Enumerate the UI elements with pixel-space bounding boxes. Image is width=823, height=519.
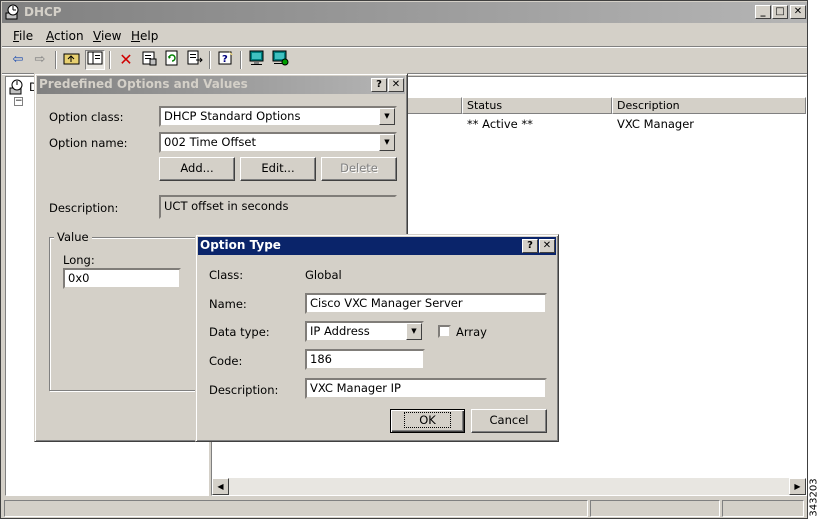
code-label: Code: <box>209 354 243 368</box>
scroll-right-icon[interactable]: ▶ <box>789 478 806 495</box>
status-cell-3 <box>722 500 804 517</box>
long-label: Long: <box>63 253 95 267</box>
array-label[interactable]: Array <box>456 324 487 340</box>
option-class-select[interactable]: DHCP Standard Options ▼ <box>159 106 397 127</box>
server-network-icon[interactable] <box>270 50 290 70</box>
toolbar-separator <box>109 51 111 69</box>
toolbar-separator <box>240 51 242 69</box>
delete-button[interactable]: Delete <box>321 157 397 181</box>
menu-view[interactable]: View <box>93 28 121 44</box>
menu-help[interactable]: Help <box>131 28 158 44</box>
option-type-help-button[interactable]: ? <box>522 239 538 253</box>
horizontal-scrollbar[interactable]: ◀ ▶ <box>212 478 806 495</box>
option-type-title: Option Type <box>200 238 281 252</box>
add-button[interactable]: Add... <box>159 157 235 181</box>
tree-collapse-icon[interactable]: − <box>14 97 23 106</box>
main-window-title: DHCP <box>24 5 62 19</box>
up-folder-icon[interactable] <box>62 50 82 70</box>
refresh-icon[interactable] <box>162 50 182 70</box>
ok-button[interactable]: OK <box>390 409 465 433</box>
column-header-status[interactable]: Status <box>462 97 612 114</box>
value-group-label: Value <box>54 230 92 244</box>
close-button[interactable]: ✕ <box>790 5 806 19</box>
main-title-bar[interactable]: DHCP _ □ ✕ <box>2 2 807 23</box>
toolbar-separator <box>55 51 57 69</box>
option-class-value: DHCP Standard Options <box>164 109 301 123</box>
option-name-value: 002 Time Offset <box>164 135 256 149</box>
side-caption-text: 343203 <box>808 478 820 517</box>
maximize-button[interactable]: □ <box>772 5 788 19</box>
properties-icon[interactable] <box>139 50 159 70</box>
cancel-button[interactable]: Cancel <box>471 409 547 433</box>
show-hide-tree-icon[interactable] <box>85 50 105 70</box>
description-input[interactable]: VXC Manager IP <box>305 378 547 399</box>
svg-text:?: ? <box>222 54 228 65</box>
status-bar <box>2 498 807 519</box>
code-input[interactable]: 186 <box>305 349 425 370</box>
minimize-button[interactable]: _ <box>755 5 771 19</box>
class-label: Class: <box>209 268 244 282</box>
data-type-label: Data type: <box>209 325 270 339</box>
help-icon[interactable]: ? <box>216 50 236 70</box>
status-cell-main <box>4 500 588 517</box>
export-list-icon[interactable] <box>185 50 205 70</box>
option-class-label: Option class: <box>49 110 124 124</box>
chevron-down-icon[interactable]: ▼ <box>379 134 395 151</box>
menu-bar: File Action View Help <box>2 26 807 46</box>
server-icon[interactable] <box>247 50 267 70</box>
array-checkbox[interactable] <box>438 325 451 338</box>
long-value-input[interactable]: 0x0 <box>63 268 181 289</box>
dhcp-app-icon <box>5 4 21 20</box>
forward-arrow-icon[interactable]: ⇨ <box>30 50 50 70</box>
predefined-title-bar[interactable]: Predefined Options and Values ? ✕ <box>37 76 405 94</box>
chevron-down-icon[interactable]: ▼ <box>406 323 422 340</box>
scroll-left-icon[interactable]: ◀ <box>212 478 229 495</box>
menu-action[interactable]: Action <box>46 28 84 44</box>
toolbar: ⇦ ⇨ ✕ ? <box>2 48 807 74</box>
dhcp-root-icon <box>9 79 25 95</box>
description-label: Description: <box>49 201 119 215</box>
predefined-title: Predefined Options and Values <box>39 77 248 91</box>
chevron-down-icon[interactable]: ▼ <box>379 108 395 125</box>
column-header-description[interactable]: Description <box>612 97 806 114</box>
class-value: Global <box>305 268 342 282</box>
row-status-cell[interactable]: ** Active ** <box>467 117 533 131</box>
name-label: Name: <box>209 297 247 311</box>
delete-icon[interactable]: ✕ <box>116 50 136 70</box>
row-description-cell[interactable]: VXC Manager <box>617 117 694 131</box>
edit-button[interactable]: Edit... <box>240 157 316 181</box>
predefined-close-button[interactable]: ✕ <box>388 78 404 92</box>
data-type-select[interactable]: IP Address ▼ <box>305 321 424 342</box>
predefined-help-button[interactable]: ? <box>371 78 387 92</box>
option-type-dialog: Option Type ? ✕ Class: Global Name: Cisc… <box>195 234 559 442</box>
name-input[interactable]: Cisco VXC Manager Server <box>305 293 547 314</box>
side-caption: 343203 <box>809 478 823 518</box>
ok-button-label: OK <box>404 412 451 428</box>
option-name-select[interactable]: 002 Time Offset ▼ <box>159 132 397 153</box>
menu-file[interactable]: File <box>13 28 33 44</box>
description-readonly: UCT offset in seconds <box>159 195 397 219</box>
toolbar-separator <box>209 51 211 69</box>
option-name-label: Option name: <box>49 136 128 150</box>
option-type-close-button[interactable]: ✕ <box>539 239 555 253</box>
status-cell-2 <box>590 500 720 517</box>
back-arrow-icon[interactable]: ⇦ <box>8 50 28 70</box>
data-type-value: IP Address <box>310 324 370 338</box>
description-label: Description: <box>209 383 279 397</box>
option-type-title-bar[interactable]: Option Type ? ✕ <box>198 237 556 255</box>
